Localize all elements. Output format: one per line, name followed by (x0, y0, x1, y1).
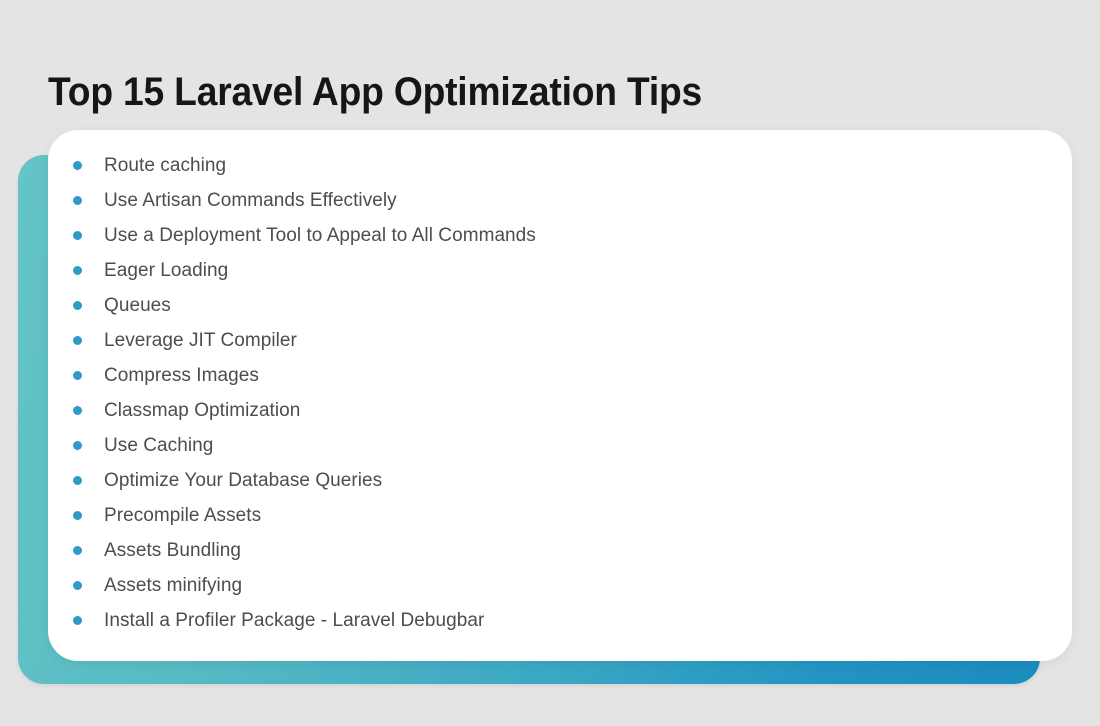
list-item-label: Route caching (104, 154, 227, 176)
bullet-icon (73, 196, 82, 205)
list-item: Use a Deployment Tool to Appeal to All C… (68, 218, 1048, 253)
bullet-icon (73, 511, 82, 520)
bullet-icon (73, 441, 82, 450)
list-item: Use Artisan Commands Effectively (68, 183, 1048, 218)
list-item: Classmap Optimization (68, 393, 1048, 428)
list-item: Assets minifying (68, 568, 1048, 603)
list-item-label: Leverage JIT Compiler (104, 329, 297, 351)
list-item: Eager Loading (68, 253, 1048, 288)
bullet-icon (73, 546, 82, 555)
bullet-icon (73, 406, 82, 415)
list-item-label: Install a Profiler Package - Laravel Deb… (104, 609, 485, 631)
list-item-label: Use Artisan Commands Effectively (104, 189, 397, 211)
bullet-icon (73, 616, 82, 625)
list-item-label: Eager Loading (104, 259, 229, 281)
list-item: Leverage JIT Compiler (68, 323, 1048, 358)
list-item: Precompile Assets (68, 498, 1048, 533)
list-item: Compress Images (68, 358, 1048, 393)
tips-list: Route caching Use Artisan Commands Effect… (68, 148, 1048, 638)
bullet-icon (73, 336, 82, 345)
bullet-icon (73, 371, 82, 380)
page-title: Top 15 Laravel App Optimization Tips (48, 69, 703, 114)
list-item-label: Use Caching (104, 434, 214, 456)
bullet-icon (73, 231, 82, 240)
list-item: Use Caching (68, 428, 1048, 463)
list-item: Queues (68, 288, 1048, 323)
tips-card: Route caching Use Artisan Commands Effect… (48, 130, 1072, 661)
list-item: Assets Bundling (68, 533, 1048, 568)
list-item-label: Compress Images (104, 364, 259, 386)
bullet-icon (73, 266, 82, 275)
list-item: Route caching (68, 148, 1048, 183)
list-item-label: Queues (104, 294, 171, 316)
list-item-label: Classmap Optimization (104, 399, 301, 421)
bullet-icon (73, 581, 82, 590)
bullet-icon (73, 301, 82, 310)
list-item: Optimize Your Database Queries (68, 463, 1048, 498)
bullet-icon (73, 161, 82, 170)
bullet-icon (73, 476, 82, 485)
list-item-label: Assets minifying (104, 574, 243, 596)
list-item: Install a Profiler Package - Laravel Deb… (68, 603, 1048, 638)
list-item-label: Use a Deployment Tool to Appeal to All C… (104, 224, 536, 246)
list-item-label: Optimize Your Database Queries (104, 469, 383, 491)
list-item-label: Assets Bundling (104, 539, 241, 561)
list-item-label: Precompile Assets (104, 504, 262, 526)
